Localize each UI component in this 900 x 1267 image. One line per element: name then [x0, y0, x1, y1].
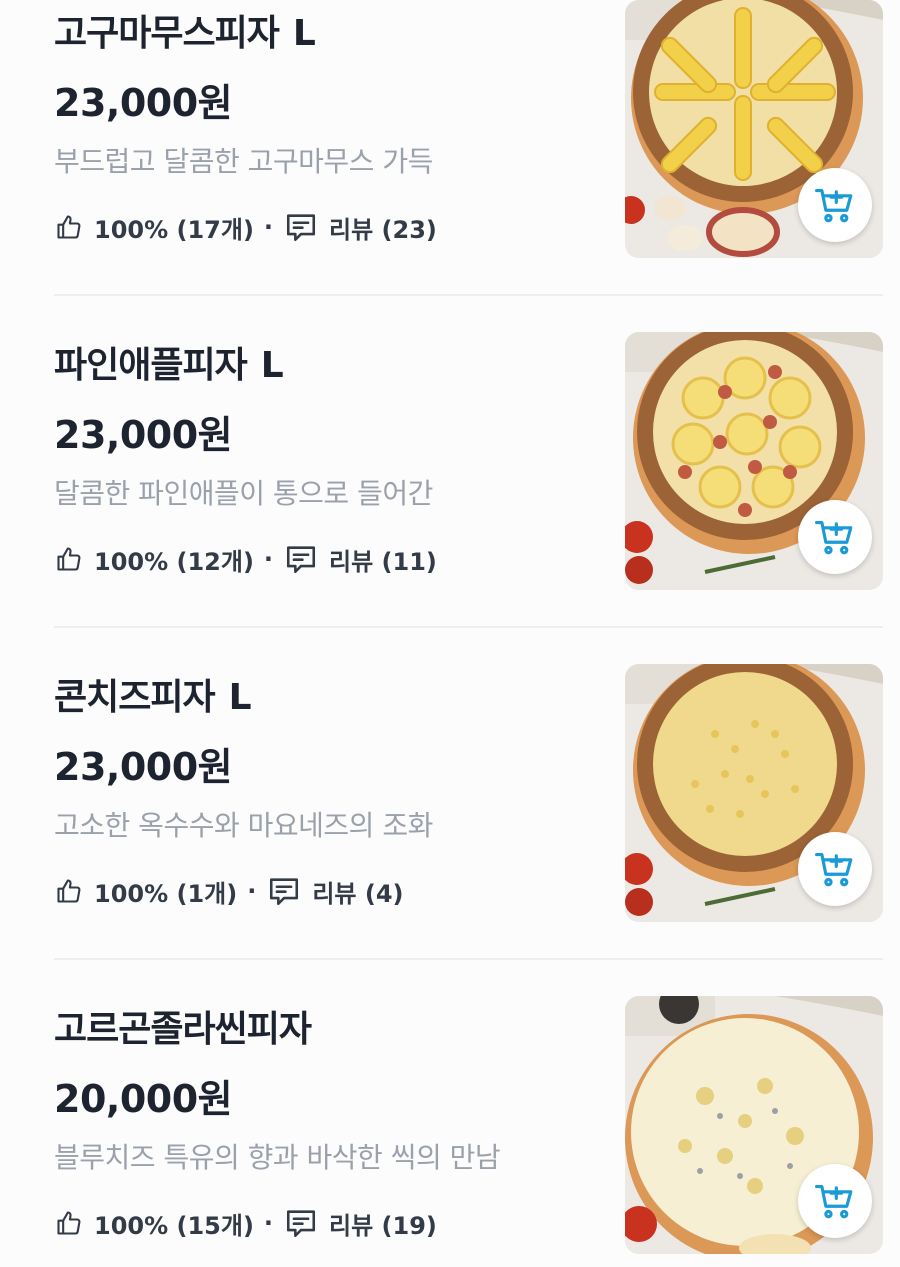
- menu-item-description: 고소한 옥수수와 마요네즈의 조화: [54, 809, 433, 842]
- menu-item-name: 고르곤졸라씬피자: [54, 1000, 312, 1052]
- menu-item-title: 콘치즈피자: [54, 677, 216, 718]
- menu-item-stats: 100% (1개) · 리뷰 (4): [54, 869, 404, 913]
- menu-item-size: L: [228, 677, 252, 718]
- menu-item[interactable]: 콘치즈피자 L 23,000원 고소한 옥수수와 마요네즈의 조화 100% (1…: [0, 664, 900, 996]
- thumbs-up-icon: [54, 544, 84, 574]
- menu-item-price: 20,000원: [54, 1077, 233, 1121]
- stats-separator: ·: [247, 877, 257, 905]
- menu-list: 고구마무스피자 L 23,000원 부드럽고 달콤한 고구마무스 가득 100% …: [0, 0, 900, 1267]
- menu-item-description: 부드럽고 달콤한 고구마무스 가득: [54, 145, 433, 178]
- divider: [54, 626, 883, 628]
- cart-add-icon: [815, 520, 853, 555]
- thumbs-up-icon: [54, 876, 84, 906]
- menu-item-description: 달콤한 파인애플이 통으로 들어간: [54, 477, 433, 510]
- review-count[interactable]: 리뷰 (23): [329, 210, 437, 245]
- stats-separator: ·: [263, 1209, 274, 1237]
- review-count[interactable]: 리뷰 (19): [329, 1206, 437, 1241]
- menu-item-price: 23,000원: [54, 81, 233, 125]
- review-count[interactable]: 리뷰 (4): [312, 874, 403, 909]
- divider: [54, 958, 883, 960]
- like-rate: 100% (17개): [94, 215, 254, 244]
- thumbs-up-icon: [54, 212, 84, 242]
- like-rate: 100% (12개): [94, 547, 254, 576]
- menu-item-description: 블루치즈 특유의 향과 바삭한 씩의 만남: [54, 1141, 501, 1174]
- menu-item-title: 파인애플피자: [54, 345, 248, 386]
- menu-item-price: 23,000원: [54, 413, 233, 457]
- menu-item-stats: 100% (12개) · 리뷰 (11): [54, 537, 437, 581]
- menu-item[interactable]: 고구마무스피자 L 23,000원 부드럽고 달콤한 고구마무스 가득 100% …: [0, 0, 900, 332]
- add-to-cart-button[interactable]: [798, 1164, 872, 1238]
- cart-add-icon: [815, 188, 853, 223]
- menu-item[interactable]: 파인애플피자 L 23,000원 달콤한 파인애플이 통으로 들어간 100% (…: [0, 332, 900, 664]
- add-to-cart-button[interactable]: [798, 168, 872, 242]
- like-rate: 100% (15개): [94, 1211, 254, 1240]
- speech-bubble-icon: [283, 541, 319, 577]
- thumbs-up-icon: [54, 1208, 84, 1238]
- menu-item-name: 파인애플피자 L: [54, 336, 284, 388]
- menu-item[interactable]: 고르곤졸라씬피자 20,000원 블루치즈 특유의 향과 바삭한 씩의 만남 1…: [0, 996, 900, 1267]
- speech-bubble-icon: [283, 209, 319, 245]
- menu-item-name: 고구마무스피자 L: [54, 4, 316, 56]
- menu-item-stats: 100% (15개) · 리뷰 (19): [54, 1201, 437, 1245]
- speech-bubble-icon: [266, 873, 302, 909]
- menu-item-size: L: [292, 13, 316, 54]
- menu-item-stats: 100% (17개) · 리뷰 (23): [54, 205, 437, 249]
- add-to-cart-button[interactable]: [798, 832, 872, 906]
- menu-item-title: 고르곤졸라씬피자: [54, 1009, 312, 1050]
- menu-item-name: 콘치즈피자 L: [54, 668, 252, 720]
- cart-add-icon: [815, 1184, 853, 1219]
- menu-item-title: 고구마무스피자: [54, 13, 280, 54]
- divider: [54, 294, 883, 296]
- stats-separator: ·: [263, 213, 274, 241]
- menu-item-price: 23,000원: [54, 745, 233, 789]
- review-count[interactable]: 리뷰 (11): [329, 542, 437, 577]
- add-to-cart-button[interactable]: [798, 500, 872, 574]
- menu-item-size: L: [260, 345, 284, 386]
- like-rate: 100% (1개): [94, 879, 238, 908]
- speech-bubble-icon: [283, 1205, 319, 1241]
- stats-separator: ·: [263, 545, 274, 573]
- cart-add-icon: [815, 852, 853, 887]
